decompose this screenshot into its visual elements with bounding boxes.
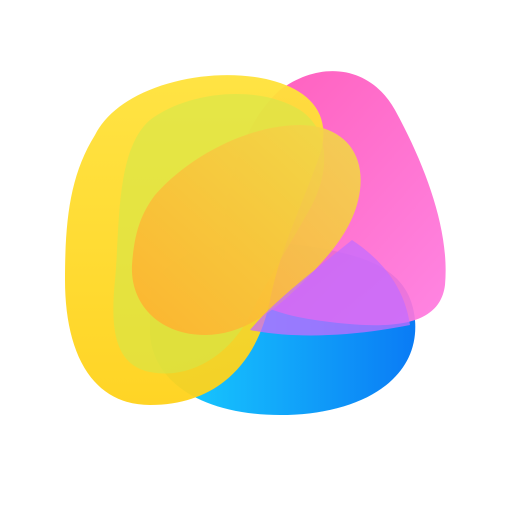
abstract-blob-icon xyxy=(65,71,446,415)
icon-canvas xyxy=(0,0,512,512)
